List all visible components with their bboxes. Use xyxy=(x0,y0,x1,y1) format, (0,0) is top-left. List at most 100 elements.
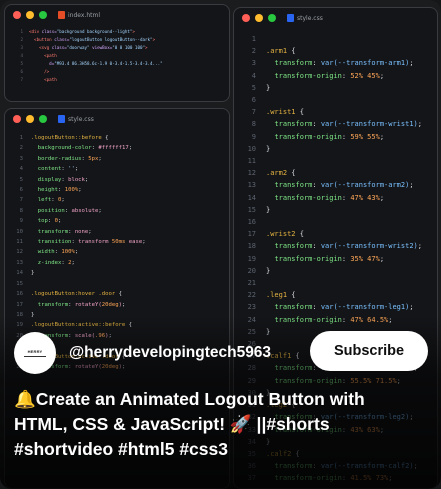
rocket-icon: 🚀 xyxy=(229,415,252,435)
code-token: : xyxy=(68,301,75,308)
code-token: } xyxy=(266,144,271,153)
code-token: transform xyxy=(274,120,313,129)
subscribe-button[interactable]: Subscribe xyxy=(310,331,428,371)
code-token: 20deg xyxy=(101,301,119,308)
line-number: 23 xyxy=(247,303,256,312)
window-titlebar: style.css xyxy=(234,8,437,28)
code-token: ; xyxy=(409,181,414,190)
code-line: 22 .leg1 { xyxy=(244,289,437,301)
video-frame[interactable]: index.html 1 <div class="background backg… xyxy=(0,0,441,489)
code-token: <path xyxy=(44,53,57,58)
code-token: ease xyxy=(128,239,143,246)
code-token: /> xyxy=(44,69,50,74)
line-number: 5 xyxy=(251,83,256,92)
line-number: 15 xyxy=(247,205,256,214)
code-line: 18 transform: var(--transform-wrist2); xyxy=(244,240,437,252)
code-token: ; xyxy=(409,303,414,312)
code-token: transform-origin xyxy=(274,193,342,202)
code-line: 12 .arm2 { xyxy=(244,167,437,179)
code-token: absolute xyxy=(71,207,99,214)
code-token: ; xyxy=(379,254,385,263)
code-token: "doorway" xyxy=(66,45,93,50)
code-line: 21 xyxy=(244,277,437,289)
code-token: transform xyxy=(274,59,313,68)
code-token: ; xyxy=(71,259,75,266)
code-line: 5 display: block; xyxy=(11,175,229,185)
code-line: 20} xyxy=(244,265,437,277)
html-file-icon xyxy=(58,11,65,19)
code-token: ; xyxy=(142,239,146,246)
code-token: 5px xyxy=(88,155,99,162)
line-number: 8 xyxy=(251,120,256,129)
minimize-dot-icon xyxy=(26,115,34,123)
code-token: var(--transform-wrist2) xyxy=(320,242,418,251)
code-line: 6 /> xyxy=(13,68,229,76)
code-token: <path xyxy=(44,77,57,82)
code-token: width xyxy=(37,249,55,256)
channel-handle[interactable]: @herrydevelopingtech5963 xyxy=(69,344,271,362)
code-token: "0 0 100 100" xyxy=(112,45,146,50)
code-token: ; xyxy=(409,59,414,68)
code-token: ; xyxy=(78,187,82,194)
code-token: ; xyxy=(128,145,133,152)
file-tab-label: style.css xyxy=(68,115,94,123)
code-token: transform xyxy=(274,303,313,312)
code-token: } xyxy=(266,266,271,275)
css-file-icon xyxy=(58,115,65,123)
close-dot-icon xyxy=(13,11,21,19)
line-number: 13 xyxy=(16,259,23,266)
code-line: 19 transform-origin: 35% 47%; xyxy=(244,253,437,265)
code-line: 12 width: 100%; xyxy=(11,247,229,257)
code-token: transform xyxy=(37,228,69,235)
code-token: transform-origin xyxy=(274,254,342,263)
channel-info[interactable]: HERRY @herrydevelopingtech5963 xyxy=(14,332,271,374)
code-token: "logoutButton logoutButton--dark" xyxy=(69,37,153,42)
minimize-dot-icon xyxy=(255,14,263,22)
code-token: class= xyxy=(41,29,57,34)
code-token: var(--transform-leg1) xyxy=(320,303,410,312)
avatar[interactable]: HERRY xyxy=(14,332,56,374)
maximize-dot-icon xyxy=(268,14,276,22)
code-token: .arm2 xyxy=(266,169,292,178)
code-token: <div xyxy=(29,29,42,34)
code-token: class= xyxy=(51,45,67,50)
code-line: 3 transform: var(--transform-arm1); xyxy=(244,57,437,69)
line-number: 4 xyxy=(20,53,23,58)
video-title[interactable]: 🔔Create an Animated Logout Button with H… xyxy=(14,387,429,461)
line-number: 12 xyxy=(247,169,256,178)
code-block: 1 <div class="background background--ligh… xyxy=(5,25,229,84)
line-number: 6 xyxy=(19,187,23,194)
code-line: 17 transform: rotateY(20deg); xyxy=(11,300,229,310)
code-line: 11 transition: transform 50ms ease; xyxy=(11,237,229,247)
code-token: 100% xyxy=(61,249,75,256)
code-token: height xyxy=(37,187,58,194)
code-line: 2 <button class="logoutButton logoutButt… xyxy=(13,36,229,44)
code-line: 7 <path xyxy=(13,76,229,84)
code-token: 100% xyxy=(64,187,79,194)
code-token: ; xyxy=(74,249,79,256)
code-line: 17 .wrist2 { xyxy=(244,228,437,240)
code-token: viewBox= xyxy=(92,45,113,50)
code-line: 4 <path xyxy=(13,52,229,60)
code-token: ; xyxy=(61,197,65,204)
line-number: 13 xyxy=(247,181,256,190)
code-token: content xyxy=(37,166,62,173)
code-line: 6 xyxy=(244,94,437,106)
code-token: #ffffff17 xyxy=(98,145,129,152)
code-token: > xyxy=(145,45,148,50)
line-number: 12 xyxy=(16,249,23,256)
code-token: transition xyxy=(37,239,72,246)
code-token: .wrist1 xyxy=(266,108,300,117)
title-line-2a: HTML, CSS & JavaScript! xyxy=(14,414,230,434)
code-line: 8 transform: var(--transform-wrist1); xyxy=(244,118,437,130)
line-number: 4 xyxy=(251,71,256,80)
code-token: { xyxy=(105,135,109,141)
